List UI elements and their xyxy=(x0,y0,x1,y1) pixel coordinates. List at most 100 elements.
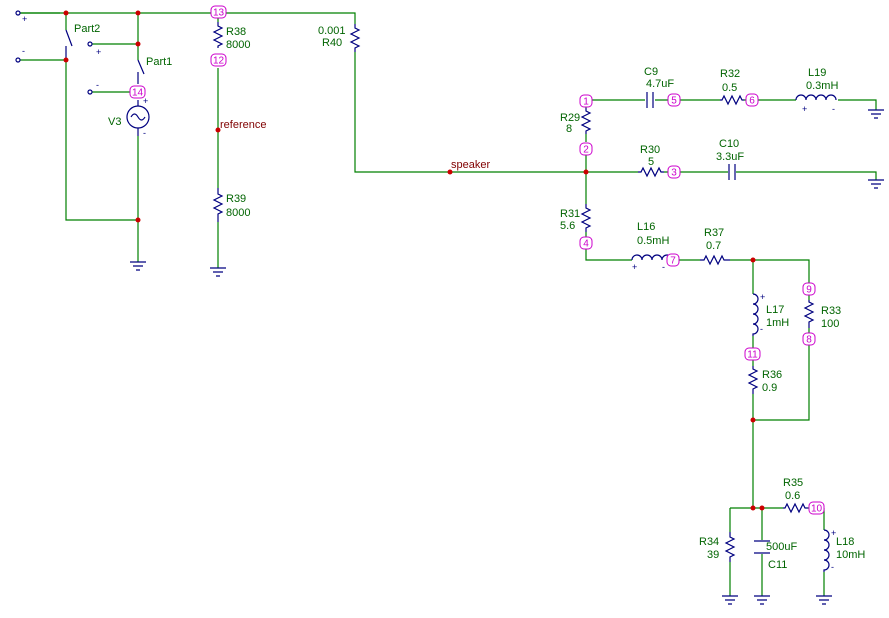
svg-text:-: - xyxy=(832,104,835,114)
svg-text:R33: R33 xyxy=(821,305,841,317)
svg-text:11: 11 xyxy=(747,350,758,361)
svg-text:R32: R32 xyxy=(720,68,740,80)
svg-text:2: 2 xyxy=(583,145,589,156)
resistor-r33: R33 100 xyxy=(803,300,841,330)
svg-text:R40: R40 xyxy=(322,37,342,49)
resistor-r32: R32 0.5 xyxy=(720,68,744,106)
inductor-l19: + - L19 0.3mH xyxy=(795,67,838,114)
resistor-r31: R31 5.6 xyxy=(560,204,592,232)
power-section: + - + - Part2 Part1 + - V3 xyxy=(15,10,172,138)
resistor-r38: R38 8000 xyxy=(212,22,250,51)
inductor-l18: + - L18 10mH xyxy=(823,528,865,572)
node-6: 6 xyxy=(745,93,759,107)
svg-text:5: 5 xyxy=(648,156,654,168)
svg-text:L16: L16 xyxy=(637,221,655,233)
ground-icon xyxy=(210,267,226,277)
polarity-minus: - xyxy=(96,80,99,90)
ground-icon xyxy=(722,595,738,605)
terminal-icon xyxy=(15,57,21,63)
svg-text:R38: R38 xyxy=(226,26,246,38)
svg-text:0.5mH: 0.5mH xyxy=(637,235,669,247)
ground-icon xyxy=(868,179,884,189)
resistor-r36: R36 0.9 xyxy=(747,366,782,394)
svg-text:+: + xyxy=(632,262,637,272)
terminal-icon xyxy=(15,10,21,16)
svg-text:+: + xyxy=(760,292,765,302)
svg-text:R36: R36 xyxy=(762,369,782,381)
resistor-r37: R37 0.7 xyxy=(700,227,730,266)
polarity-minus: - xyxy=(143,128,146,138)
node-2: 2 xyxy=(579,142,593,156)
svg-text:0.3mH: 0.3mH xyxy=(806,80,838,92)
svg-text:L19: L19 xyxy=(808,67,826,79)
ground-icon xyxy=(868,109,884,119)
svg-text:R35: R35 xyxy=(783,477,803,489)
svg-text:0.001: 0.001 xyxy=(318,25,346,37)
inductor-l17: + - L17 1mH xyxy=(752,292,789,336)
svg-text:C11: C11 xyxy=(768,559,787,571)
svg-text:500uF: 500uF xyxy=(766,541,797,553)
node-3: 3 xyxy=(667,165,681,179)
polarity-plus: + xyxy=(96,47,101,57)
polarity-plus: + xyxy=(22,14,27,24)
svg-text:9: 9 xyxy=(806,285,812,296)
svg-text:4.7uF: 4.7uF xyxy=(646,78,674,90)
net-label-speaker: speaker xyxy=(451,159,490,171)
schematic-canvas: + - + - Part2 Part1 + - V3 R38 8000 R39 … xyxy=(15,5,884,605)
node-7: 7 xyxy=(666,253,680,267)
part2-label: Part2 xyxy=(74,23,100,35)
svg-text:R37: R37 xyxy=(704,227,724,239)
svg-text:C9: C9 xyxy=(644,66,658,78)
node-1: 1 xyxy=(579,94,593,108)
svg-text:R39: R39 xyxy=(226,193,246,205)
part1-label: Part1 xyxy=(146,56,172,68)
ground-icon xyxy=(754,595,770,605)
svg-text:7: 7 xyxy=(670,256,676,267)
svg-text:100: 100 xyxy=(821,318,839,330)
node-11: 11 xyxy=(744,347,761,361)
svg-text:L18: L18 xyxy=(836,536,854,548)
svg-text:-: - xyxy=(760,324,763,334)
svg-text:C10: C10 xyxy=(719,138,739,150)
svg-text:8000: 8000 xyxy=(226,39,250,51)
svg-text:10: 10 xyxy=(811,504,823,515)
svg-text:0.5: 0.5 xyxy=(722,82,737,94)
net-label-reference: reference xyxy=(220,119,266,131)
svg-text:1mH: 1mH xyxy=(766,317,789,329)
node-5: 5 xyxy=(667,93,681,107)
polarity-minus: - xyxy=(22,46,25,56)
svg-text:3: 3 xyxy=(671,168,677,179)
capacitor-c11: 500uF C11 xyxy=(754,540,797,571)
voltage-source-v3: + - V3 xyxy=(108,96,150,138)
svg-text:0.6: 0.6 xyxy=(785,490,800,502)
node-12: 12 xyxy=(210,53,227,67)
svg-text:0.7: 0.7 xyxy=(706,240,721,252)
grounds xyxy=(130,109,884,605)
svg-text:+: + xyxy=(802,104,807,114)
node-14: 14 xyxy=(129,85,146,99)
svg-text:6: 6 xyxy=(749,96,755,107)
svg-text:-: - xyxy=(831,562,834,572)
svg-text:R30: R30 xyxy=(640,144,660,156)
svg-text:8000: 8000 xyxy=(226,207,250,219)
svg-text:8: 8 xyxy=(806,335,812,346)
resistor-r30: R30 5 xyxy=(638,144,664,178)
v3-label: V3 xyxy=(108,116,121,128)
node-4: 4 xyxy=(579,236,593,250)
ground-icon xyxy=(816,595,832,605)
svg-text:4: 4 xyxy=(583,239,589,250)
svg-text:13: 13 xyxy=(213,8,225,19)
node-8: 8 xyxy=(802,332,816,346)
svg-text:10mH: 10mH xyxy=(836,549,865,561)
resistor-r40: 0.001 R40 xyxy=(318,24,361,52)
svg-text:5: 5 xyxy=(671,96,677,107)
svg-text:-: - xyxy=(662,262,665,272)
resistor-r39: R39 8000 xyxy=(212,188,250,222)
ground-icon xyxy=(130,261,146,271)
resistor-r29: R29 8 xyxy=(560,108,592,135)
node-10: 10 xyxy=(808,501,825,515)
svg-text:5.6: 5.6 xyxy=(560,220,575,232)
svg-text:3.3uF: 3.3uF xyxy=(716,151,744,163)
svg-text:0.9: 0.9 xyxy=(762,382,777,394)
svg-text:14: 14 xyxy=(132,88,144,99)
